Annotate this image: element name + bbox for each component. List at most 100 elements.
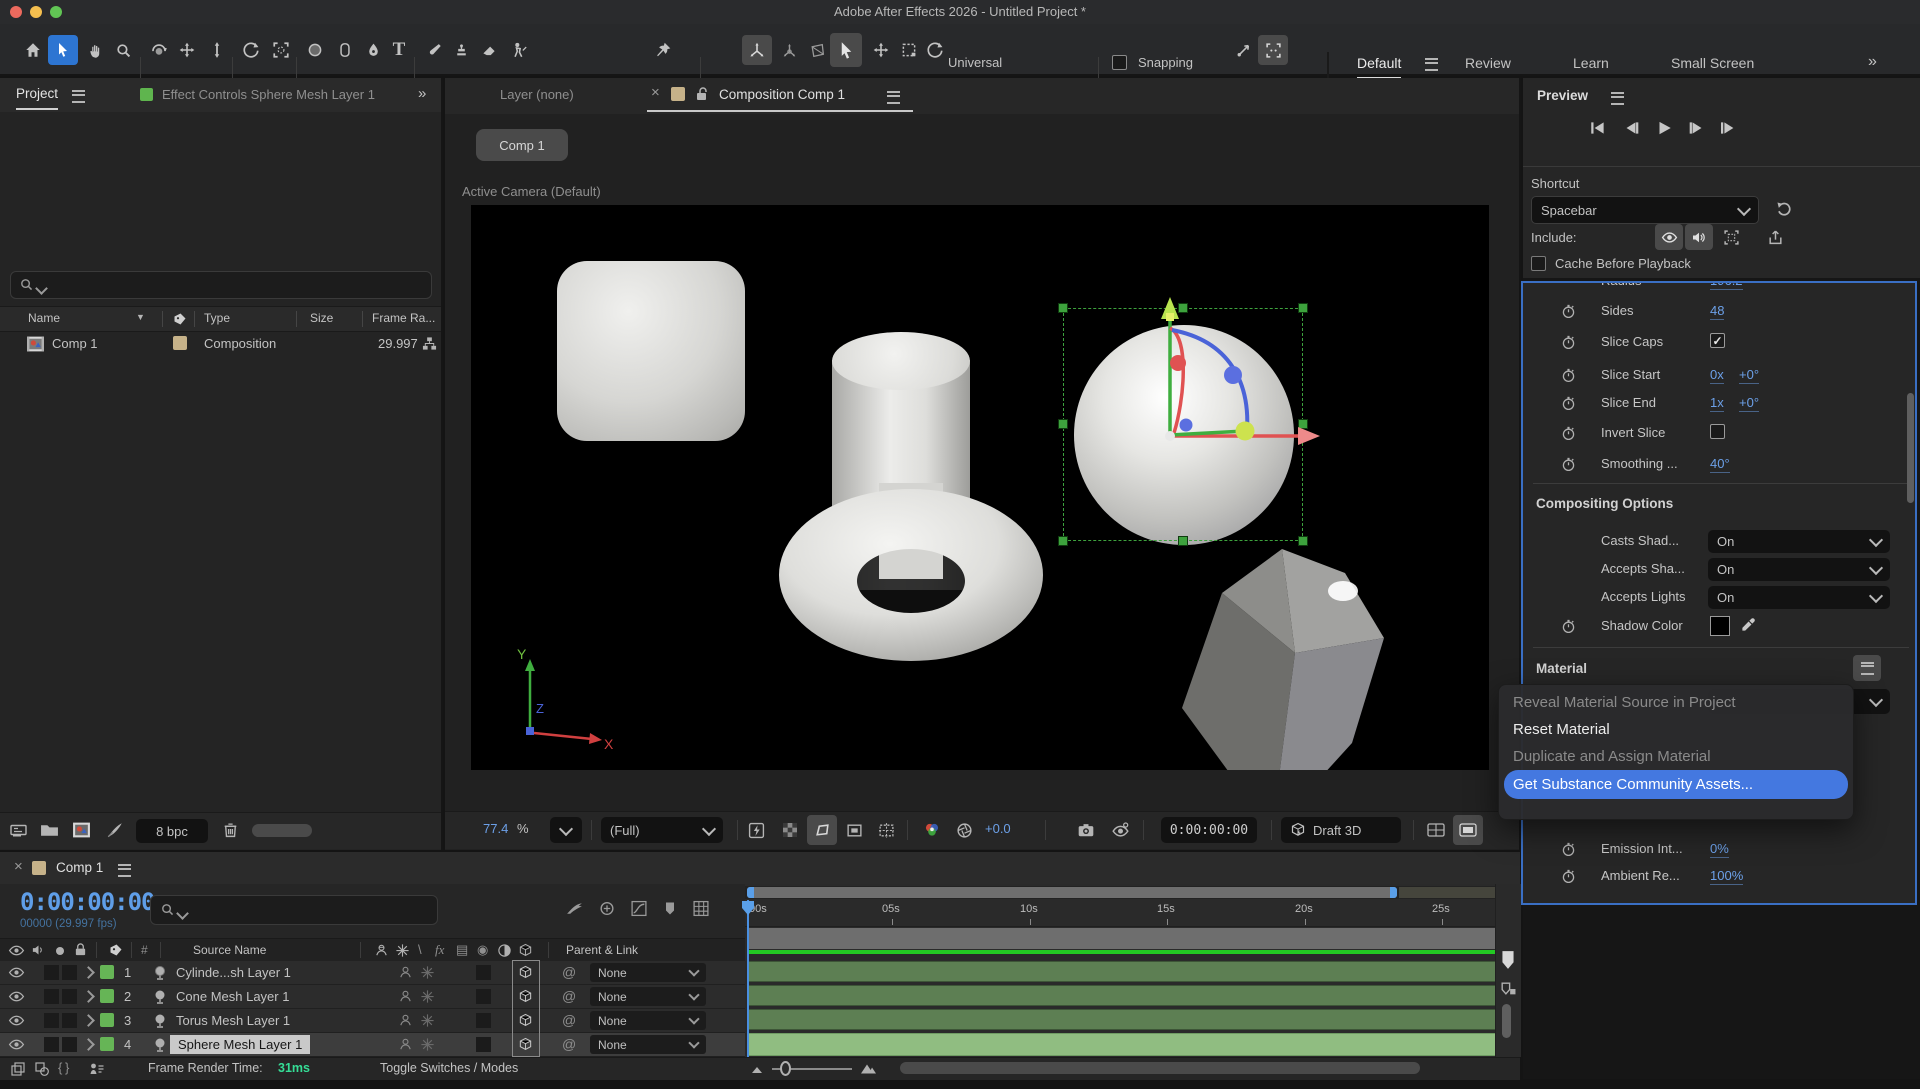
selection-handle[interactable] xyxy=(1058,536,1068,546)
column-frame-rate[interactable]: Frame Ra... xyxy=(372,311,435,325)
eye-icon[interactable] xyxy=(8,965,25,980)
selection-tool[interactable] xyxy=(48,35,78,65)
mask-visibility-button[interactable] xyxy=(807,815,837,845)
play-icon[interactable] xyxy=(1655,120,1673,136)
stopwatch-icon[interactable] xyxy=(1560,424,1577,442)
invert-slice-checkbox[interactable] xyxy=(1710,424,1725,439)
preview-time-display[interactable]: 0:00:00:00 xyxy=(1161,817,1257,843)
show-snapshot-button[interactable] xyxy=(1105,815,1135,845)
transparency-grid-button[interactable] xyxy=(775,815,805,845)
stopwatch-icon[interactable] xyxy=(1560,333,1577,351)
slice-start-degrees[interactable]: +0° xyxy=(1739,367,1759,384)
brush-tool[interactable] xyxy=(418,35,448,65)
expand-layers-icon[interactable] xyxy=(10,1061,26,1077)
shy-switch-icon[interactable] xyxy=(398,965,413,980)
comp-marker-bin-icon[interactable] xyxy=(1500,950,1516,970)
ambient-value[interactable]: 100% xyxy=(1710,868,1743,885)
include-video-toggle[interactable] xyxy=(1655,224,1683,250)
hand-tool[interactable] xyxy=(80,35,110,65)
stopwatch-icon[interactable] xyxy=(1560,455,1577,473)
torus-mesh-object[interactable] xyxy=(771,483,1051,673)
workspace-tab-default[interactable]: Default xyxy=(1357,55,1401,79)
collapse-switch-icon[interactable] xyxy=(420,1037,435,1052)
mini-flowchart-icon[interactable] xyxy=(565,900,584,917)
new-composition-icon[interactable] xyxy=(72,821,91,839)
eye-icon[interactable] xyxy=(8,1037,25,1052)
layer-row-3[interactable]: 3 Torus Mesh Layer 1 @ None xyxy=(0,1009,745,1033)
layer-duration-bar[interactable] xyxy=(747,961,1510,982)
slice-caps-checkbox[interactable]: ✓ xyxy=(1710,333,1725,348)
shadow-color-swatch[interactable] xyxy=(1710,616,1730,636)
playhead-line[interactable] xyxy=(747,900,749,1057)
properties-scrollbar[interactable] xyxy=(1907,393,1914,503)
composition-canvas[interactable]: Y Z X xyxy=(471,205,1489,770)
expand-layer-chevron-icon[interactable] xyxy=(82,990,95,1003)
parent-dropdown[interactable]: None xyxy=(590,1035,706,1054)
stopwatch-icon[interactable] xyxy=(1560,302,1577,320)
type-tool[interactable]: T xyxy=(384,35,414,65)
adjustment-column-icon[interactable] xyxy=(497,943,512,958)
current-timecode[interactable]: 0:00:00:00 xyxy=(20,888,155,916)
column-type[interactable]: Type xyxy=(204,311,230,325)
index-column-header[interactable]: # xyxy=(141,943,148,957)
layer-label-swatch[interactable] xyxy=(100,1013,114,1027)
time-navigator-bar[interactable] xyxy=(747,887,1397,898)
guides-button[interactable] xyxy=(871,815,901,845)
smoothing-value[interactable]: 40° xyxy=(1710,456,1730,473)
reset-shortcut-icon[interactable] xyxy=(1775,200,1793,218)
next-frame-icon[interactable] xyxy=(1688,120,1706,136)
new-folder-icon[interactable] xyxy=(40,822,59,838)
layer-row-2[interactable]: 2 Cone Mesh Layer 1 @ None xyxy=(0,985,745,1009)
include-audio-toggle[interactable] xyxy=(1685,224,1713,250)
move-tool-3d[interactable] xyxy=(866,35,896,65)
work-area-bar[interactable] xyxy=(747,928,1509,949)
shortcut-dropdown[interactable]: Spacebar xyxy=(1531,196,1759,224)
cube-3d-switch-icon[interactable] xyxy=(518,1013,533,1028)
navigator-start-handle[interactable] xyxy=(747,887,754,898)
effects-column-icon[interactable]: fx xyxy=(435,942,444,958)
project-search-input[interactable] xyxy=(10,271,432,299)
grid-options-icon[interactable] xyxy=(692,900,710,917)
column-size[interactable]: Size xyxy=(310,311,333,325)
slice-end-degrees[interactable]: +0° xyxy=(1739,395,1759,412)
shape-tool[interactable] xyxy=(300,35,330,65)
snapping-label[interactable]: Snapping xyxy=(1138,55,1193,70)
stopwatch-icon[interactable] xyxy=(1560,840,1577,858)
magnification-dropdown[interactable] xyxy=(550,817,582,843)
view-layout-button[interactable] xyxy=(1421,815,1451,845)
marker-icon[interactable] xyxy=(662,900,678,917)
zoom-value[interactable]: 77.4 xyxy=(483,821,508,836)
eraser-tool[interactable] xyxy=(474,35,504,65)
lock-column-icon[interactable] xyxy=(74,942,87,957)
cube-3d-switch-icon[interactable] xyxy=(518,1037,533,1052)
collapse-switch-icon[interactable] xyxy=(420,989,435,1004)
previous-frame-icon[interactable] xyxy=(1622,120,1640,136)
stopwatch-icon[interactable] xyxy=(1560,867,1577,885)
snapping-checkbox[interactable] xyxy=(1112,55,1127,70)
gizmo-view-axis-mode[interactable] xyxy=(802,35,832,65)
layer-name-selected[interactable]: Sphere Mesh Layer 1 xyxy=(170,1035,310,1054)
universal-gizmo-tool[interactable] xyxy=(920,35,950,65)
workspace-tab-small-screen[interactable]: Small Screen xyxy=(1671,55,1754,71)
close-comp-tab-icon[interactable]: × xyxy=(651,84,660,101)
exposure-value[interactable]: +0.0 xyxy=(985,821,1011,836)
navigator-end-handle[interactable] xyxy=(1390,887,1397,898)
trash-icon[interactable] xyxy=(222,821,239,839)
slice-end-revolutions[interactable]: 1x xyxy=(1710,395,1724,412)
shy-column-icon[interactable] xyxy=(374,943,389,958)
emission-intensity-value[interactable]: 0% xyxy=(1710,841,1729,858)
video-column-eye-icon[interactable] xyxy=(8,943,25,958)
pickwhip-icon[interactable]: @ xyxy=(562,988,576,1004)
layer-name[interactable]: Cone Mesh Layer 1 xyxy=(176,989,289,1004)
menu-item-reset-material[interactable]: Reset Material xyxy=(1499,716,1853,743)
shy-switch-icon[interactable] xyxy=(398,1037,413,1052)
rotation-tool[interactable] xyxy=(236,35,266,65)
layer-name[interactable]: Torus Mesh Layer 1 xyxy=(176,1013,290,1028)
transform-gizmo[interactable] xyxy=(1090,283,1330,453)
close-timeline-tab-icon[interactable]: × xyxy=(14,858,23,875)
layer-label-swatch[interactable] xyxy=(100,965,114,979)
time-ruler[interactable]: 00s 05s 10s 15s 20s 25s xyxy=(745,900,1520,927)
select-tool-3d[interactable] xyxy=(830,33,862,67)
collapse-column-icon[interactable] xyxy=(395,943,410,958)
search-scope-chevron-icon[interactable] xyxy=(35,282,48,295)
